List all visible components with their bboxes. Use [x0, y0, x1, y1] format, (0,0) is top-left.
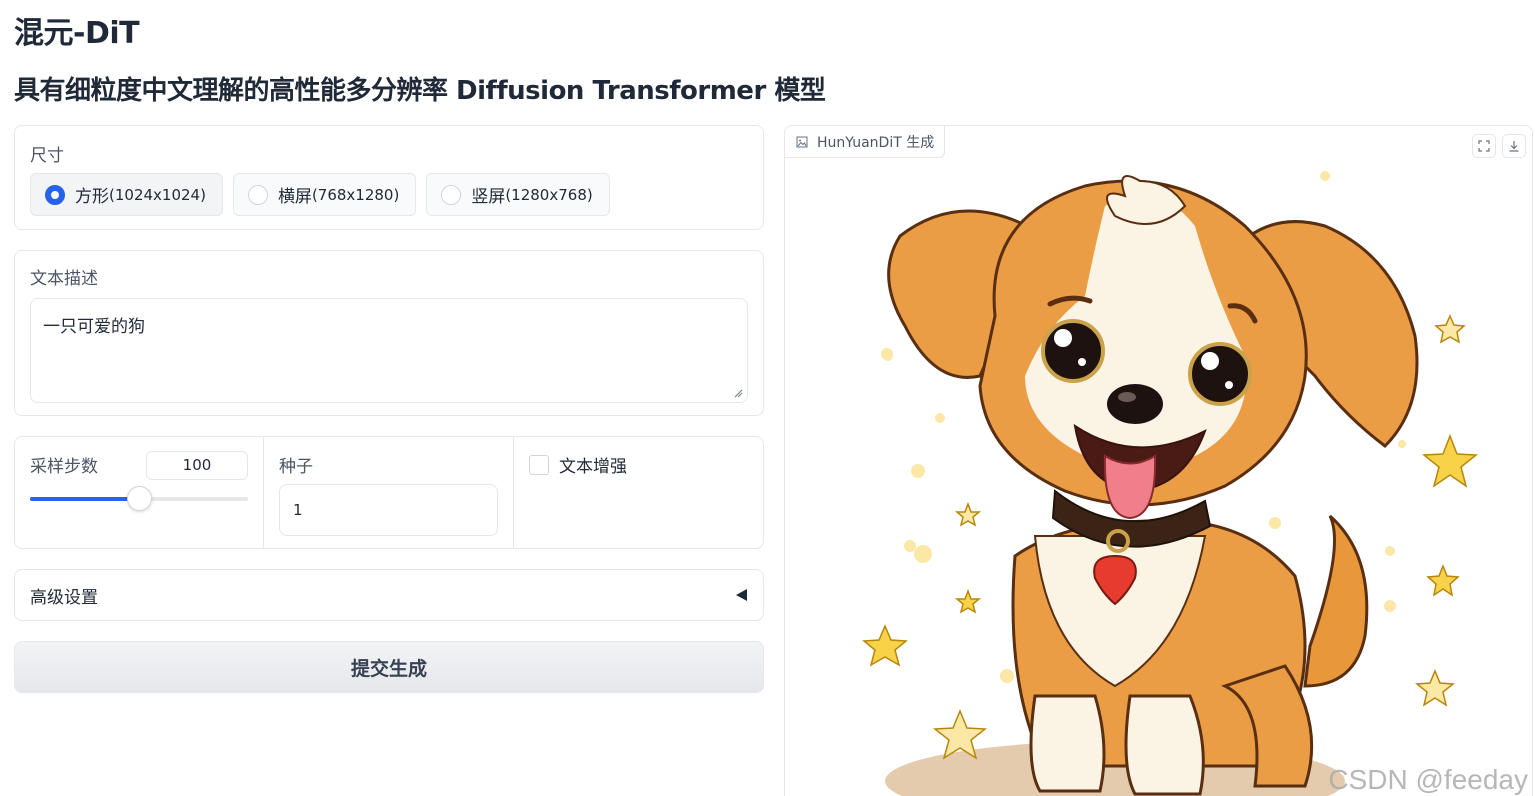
- generated-dog-image: [862, 171, 1479, 796]
- seed-label: 种子: [279, 457, 313, 477]
- size-option-landscape[interactable]: 横屏 (768x1280): [232, 173, 417, 216]
- page-title: 混元-DiT: [14, 16, 140, 51]
- submit-button[interactable]: 提交生成: [14, 641, 764, 693]
- advanced-settings-accordion[interactable]: 高级设置: [14, 569, 764, 621]
- steps-label: 采样步数: [30, 457, 98, 477]
- radio-selected-icon: [45, 184, 65, 205]
- steps-slider-thumb[interactable]: [126, 486, 152, 511]
- prompt-text: 一只可爱的狗: [43, 317, 145, 337]
- steps-slider[interactable]: [30, 486, 248, 511]
- watermark: CSDN @feeday: [1328, 764, 1528, 795]
- size-option-square[interactable]: 方形 (1024x1024): [30, 173, 223, 216]
- fullscreen-button[interactable]: [1472, 134, 1496, 158]
- prompt-textarea[interactable]: 一只可爱的狗: [30, 298, 748, 403]
- seed-block: 种子 1: [264, 437, 514, 548]
- seed-input[interactable]: 1: [279, 484, 498, 536]
- caret-left-icon: [736, 589, 747, 601]
- page-subtitle: 具有细粒度中文理解的高性能多分辨率 Diffusion Transformer …: [14, 76, 826, 106]
- output-image-label-text: HunYuanDiT 生成: [817, 134, 935, 151]
- output-image-panel: HunYuanDiT 生成 CSDN @feeday: [784, 125, 1533, 796]
- size-radio-group: 方形 (1024x1024) 横屏 (768x1280) 竖屏 (1280x768): [30, 173, 610, 216]
- advanced-settings-label: 高级设置: [30, 587, 98, 608]
- size-option-label: 横屏: [277, 187, 312, 207]
- enhance-label: 文本增强: [559, 457, 627, 477]
- size-option-dims: (1280x768): [505, 185, 593, 204]
- prompt-panel: 文本描述 一只可爱的狗: [14, 250, 764, 416]
- size-option-label: 方形: [75, 187, 109, 207]
- download-button[interactable]: [1502, 134, 1526, 158]
- size-option-dims: (1024x1024): [109, 185, 206, 204]
- download-icon: [1509, 141, 1519, 152]
- enhance-block: 文本增强: [514, 437, 763, 548]
- size-option-label: 竖屏: [471, 187, 506, 207]
- controls-panel: 采样步数 100 种子 1 文本增强: [14, 436, 764, 549]
- steps-slider-fill: [30, 497, 139, 501]
- size-panel: 尺寸 方形 (1024x1024) 横屏 (768x1280) 竖屏 (1280x76…: [14, 125, 764, 230]
- radio-unselected-icon: [441, 184, 462, 205]
- steps-number-input[interactable]: 100: [146, 451, 248, 480]
- image-icon: [796, 136, 808, 147]
- output-image-label: HunYuanDiT 生成: [785, 126, 946, 158]
- fullscreen-icon: [1478, 140, 1490, 152]
- resize-grip-icon[interactable]: [733, 388, 743, 398]
- size-label: 尺寸: [30, 146, 64, 166]
- size-option-dims: (768x1280): [311, 185, 400, 204]
- steps-block: 采样步数 100: [15, 437, 264, 548]
- radio-unselected-icon: [247, 184, 268, 205]
- enhance-checkbox[interactable]: [529, 454, 549, 475]
- prompt-label: 文本描述: [30, 269, 98, 289]
- enhance-checkbox-row[interactable]: 文本增强: [529, 452, 627, 477]
- size-option-portrait[interactable]: 竖屏 (1280x768): [426, 173, 610, 216]
